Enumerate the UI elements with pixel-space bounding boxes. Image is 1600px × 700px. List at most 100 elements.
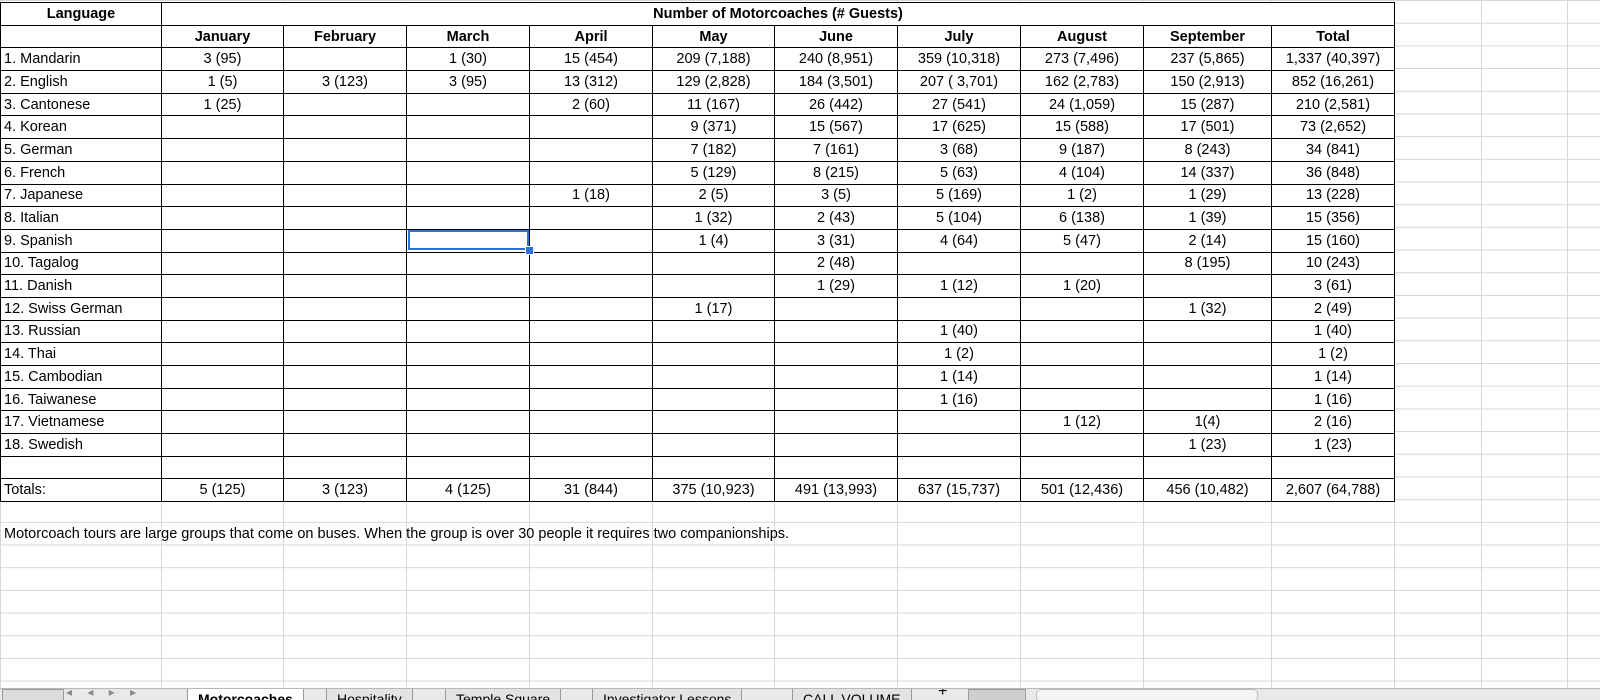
value-cell[interactable] <box>529 251 653 276</box>
value-cell[interactable] <box>406 115 530 140</box>
value-cell[interactable] <box>1143 365 1272 389</box>
value-cell[interactable]: 1 (20) <box>1020 274 1144 298</box>
value-cell[interactable] <box>652 342 775 366</box>
value-cell[interactable]: 9 (371) <box>652 115 775 140</box>
language-cell[interactable]: 6. French <box>0 160 162 185</box>
value-cell[interactable] <box>652 410 775 435</box>
value-cell[interactable]: 1 (16) <box>897 387 1021 412</box>
value-cell[interactable]: 240 (8,951) <box>774 47 898 72</box>
value-cell[interactable] <box>161 183 284 208</box>
value-cell[interactable]: 1 (39) <box>1143 206 1272 230</box>
value-cell[interactable] <box>652 365 775 389</box>
total-cell[interactable]: 501 (12,436) <box>1020 478 1144 503</box>
value-cell[interactable]: 11 (167) <box>652 92 775 117</box>
value-cell[interactable] <box>283 274 407 298</box>
value-cell[interactable] <box>1143 342 1272 366</box>
value-cell[interactable] <box>283 319 407 344</box>
value-cell[interactable]: 17 (501) <box>1143 115 1272 140</box>
value-cell[interactable] <box>529 206 653 230</box>
value-cell[interactable]: 210 (2,581) <box>1271 92 1395 117</box>
value-cell[interactable]: 13 (312) <box>529 70 653 94</box>
value-cell[interactable] <box>161 365 284 389</box>
value-cell[interactable] <box>161 228 284 253</box>
value-cell[interactable] <box>774 342 898 366</box>
value-cell[interactable]: 852 (16,261) <box>1271 70 1395 94</box>
value-cell[interactable]: 1 (4) <box>652 228 775 253</box>
value-cell[interactable]: 34 (841) <box>1271 138 1395 162</box>
value-cell[interactable]: 1 (12) <box>897 274 1021 298</box>
value-cell[interactable]: 36 (848) <box>1271 160 1395 185</box>
value-cell[interactable] <box>652 319 775 344</box>
value-cell[interactable] <box>161 342 284 366</box>
value-cell[interactable]: 1 (14) <box>1271 365 1395 389</box>
value-cell[interactable]: 237 (5,865) <box>1143 47 1272 72</box>
value-cell[interactable] <box>283 296 407 321</box>
value-cell[interactable] <box>529 228 653 253</box>
total-cell[interactable]: 2,607 (64,788) <box>1271 478 1395 503</box>
value-cell[interactable]: 4 (64) <box>897 228 1021 253</box>
value-cell[interactable] <box>161 319 284 344</box>
value-cell[interactable] <box>774 433 898 457</box>
blank-cell[interactable] <box>283 455 407 480</box>
value-cell[interactable] <box>161 433 284 457</box>
value-cell[interactable]: 27 (541) <box>897 92 1021 117</box>
value-cell[interactable] <box>161 274 284 298</box>
value-cell[interactable]: 129 (2,828) <box>652 70 775 94</box>
value-cell[interactable]: 2 (49) <box>1271 296 1395 321</box>
value-cell[interactable]: 3 (123) <box>283 70 407 94</box>
value-cell[interactable] <box>1020 296 1144 321</box>
value-cell[interactable] <box>161 387 284 412</box>
value-cell[interactable] <box>529 410 653 435</box>
value-cell[interactable]: 1 (14) <box>897 365 1021 389</box>
value-cell[interactable]: 1 (29) <box>1143 183 1272 208</box>
value-cell[interactable] <box>406 433 530 457</box>
value-cell[interactable] <box>897 433 1021 457</box>
value-cell[interactable]: 5 (47) <box>1020 228 1144 253</box>
language-cell[interactable]: 11. Danish <box>0 274 162 298</box>
value-cell[interactable] <box>283 410 407 435</box>
value-cell[interactable]: 6 (138) <box>1020 206 1144 230</box>
value-cell[interactable]: 73 (2,652) <box>1271 115 1395 140</box>
value-cell[interactable]: 359 (10,318) <box>897 47 1021 72</box>
value-cell[interactable]: 207 ( 3,701) <box>897 70 1021 94</box>
value-cell[interactable] <box>161 160 284 185</box>
value-cell[interactable] <box>161 115 284 140</box>
value-cell[interactable]: 7 (161) <box>774 138 898 162</box>
value-cell[interactable] <box>774 410 898 435</box>
blank-cell[interactable] <box>652 455 775 480</box>
value-cell[interactable] <box>161 206 284 230</box>
value-cell[interactable] <box>1020 365 1144 389</box>
language-cell[interactable]: 13. Russian <box>0 319 162 344</box>
value-cell[interactable]: 1 (2) <box>897 342 1021 366</box>
header-month-3[interactable]: April <box>529 24 653 49</box>
language-cell[interactable]: 2. English <box>0 70 162 94</box>
value-cell[interactable] <box>161 138 284 162</box>
value-cell[interactable]: 1 (40) <box>897 319 1021 344</box>
horizontal-scrollbar[interactable] <box>1036 689 1258 700</box>
header-month-9[interactable]: Total <box>1271 24 1395 49</box>
value-cell[interactable]: 1 (32) <box>652 206 775 230</box>
value-cell[interactable] <box>1020 342 1144 366</box>
total-cell[interactable]: 5 (125) <box>161 478 284 503</box>
blank-cell[interactable] <box>161 455 284 480</box>
value-cell[interactable] <box>406 410 530 435</box>
value-cell[interactable] <box>283 138 407 162</box>
value-cell[interactable]: 1 (23) <box>1271 433 1395 457</box>
header-blank-cell[interactable] <box>0 24 162 49</box>
value-cell[interactable]: 209 (7,188) <box>652 47 775 72</box>
add-sheet-icon[interactable]: + <box>938 689 947 700</box>
language-cell[interactable]: 1. Mandarin <box>0 47 162 72</box>
total-cell[interactable]: 637 (15,737) <box>897 478 1021 503</box>
language-cell[interactable]: 8. Italian <box>0 206 162 230</box>
value-cell[interactable] <box>897 296 1021 321</box>
value-cell[interactable] <box>406 160 530 185</box>
language-cell[interactable]: 9. Spanish <box>0 228 162 253</box>
value-cell[interactable] <box>1143 387 1272 412</box>
value-cell[interactable]: 15 (160) <box>1271 228 1395 253</box>
value-cell[interactable] <box>1143 319 1272 344</box>
value-cell[interactable] <box>1143 274 1272 298</box>
value-cell[interactable]: 1 (16) <box>1271 387 1395 412</box>
value-cell[interactable] <box>283 251 407 276</box>
footnote-text[interactable]: Motorcoach tours are large groups that c… <box>4 526 789 542</box>
value-cell[interactable] <box>406 92 530 117</box>
